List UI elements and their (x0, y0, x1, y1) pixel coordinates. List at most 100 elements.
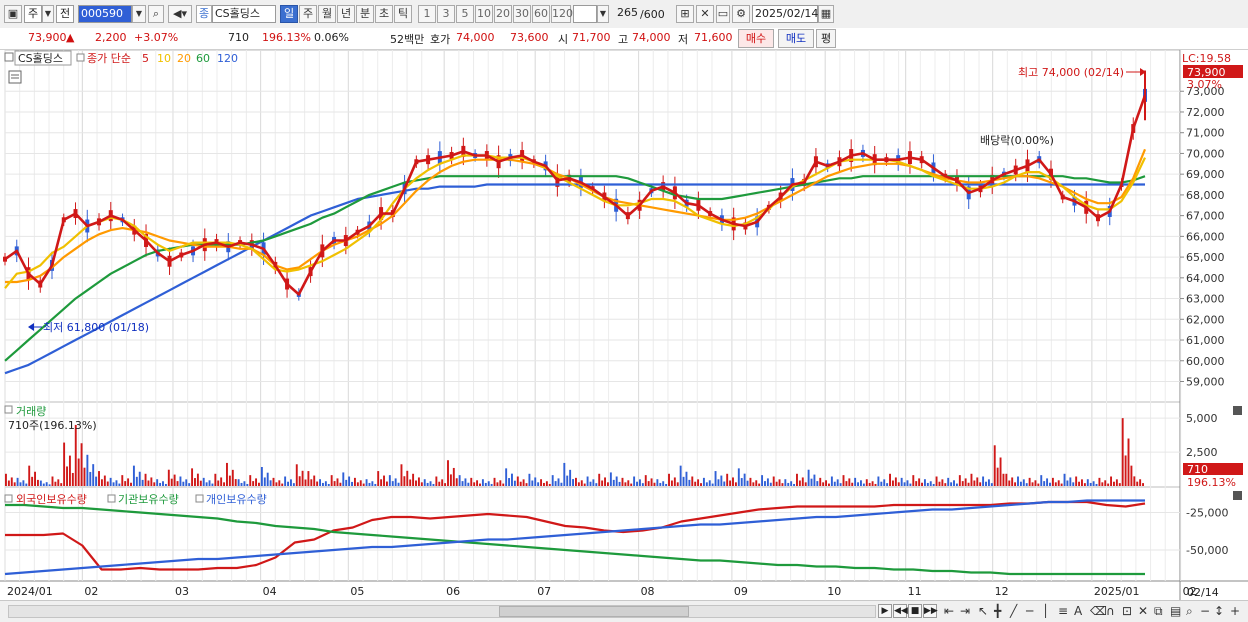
crosshair-icon[interactable]: ✕ (696, 5, 714, 23)
sell-button[interactable]: 매도 (778, 29, 814, 48)
zoom-in-icon[interactable]: + (1230, 604, 1240, 618)
gear-icon[interactable]: ⚙ (732, 5, 750, 23)
stock-code-input[interactable]: 000590 (78, 5, 132, 23)
tab-day[interactable]: 일 (280, 5, 298, 23)
window-icon[interactable]: ▣ (4, 5, 22, 23)
scroll-end-icon[interactable]: ⇥ (960, 604, 970, 618)
holdings-axis-tick-label: -25,000 (1186, 507, 1228, 520)
tab-year[interactable]: 년 (337, 5, 355, 23)
stock-badge: 종 (196, 5, 212, 23)
window-icon[interactable]: ▭ (716, 5, 730, 23)
volume-bar (1121, 418, 1124, 486)
chevron-down-icon[interactable]: ▼ (42, 5, 54, 23)
tab-month[interactable]: 월 (318, 5, 336, 23)
trend-line-icon[interactable]: ╱ (1010, 604, 1017, 618)
volume-bar (432, 483, 435, 486)
volume-bar (825, 480, 828, 486)
volume-bar (231, 469, 234, 486)
crosshair-icon[interactable]: ╋ (994, 604, 1001, 618)
interval-60[interactable]: 60 (532, 5, 550, 23)
stop-icon[interactable]: ■ (908, 604, 922, 618)
horizontal-line-icon[interactable]: ─ (1026, 604, 1033, 618)
open-label: 시 (558, 33, 569, 46)
prev-select[interactable]: 전 (56, 5, 74, 23)
volume-bar (269, 480, 272, 486)
chevron-down-icon[interactable]: ▼ (132, 5, 146, 23)
fibonacci-icon[interactable]: ≡ (1058, 604, 1068, 618)
volume-bar (796, 473, 798, 486)
rewind-icon[interactable]: ◀◀ (893, 604, 908, 618)
table-icon[interactable] (8, 70, 22, 84)
volume-bar (362, 483, 365, 486)
volume-bar (624, 482, 627, 486)
stock-name-field[interactable]: CS홀딩스 (212, 5, 276, 23)
buy-button[interactable]: 매수 (738, 29, 774, 48)
speaker-icon[interactable]: ◀▾ (168, 5, 192, 23)
date-input[interactable]: 2025/02/14 (752, 5, 818, 23)
stock-chart-area[interactable]: 2024/01 02 03 04 05 06 07 08 09 10 11 12 2025/01 0259… (0, 50, 1248, 600)
chart-scrollbar[interactable] (8, 605, 876, 618)
interval-20[interactable]: 20 (494, 5, 512, 23)
interval-30[interactable]: 30 (513, 5, 531, 23)
count-input[interactable]: 265 (612, 5, 640, 23)
volume-bar (89, 471, 92, 486)
volume-bar (211, 483, 214, 486)
chevron-down-icon[interactable]: ▼ (597, 5, 609, 23)
interval-5[interactable]: 5 (456, 5, 474, 23)
calendar-icon[interactable]: ▦ (818, 5, 834, 23)
interval-custom-input[interactable] (573, 5, 597, 23)
volume-bar (1057, 480, 1060, 486)
lock-icon[interactable]: ⊡ (1122, 604, 1132, 618)
tab-week[interactable]: 주 (299, 5, 317, 23)
tab-second[interactable]: 초 (375, 5, 393, 23)
fast-forward-icon[interactable]: ▶▶ (923, 604, 938, 618)
zoom-out-icon[interactable]: − (1200, 604, 1210, 618)
period-type-select[interactable]: 주 (24, 5, 42, 23)
eraser-icon[interactable]: ⌫ (1090, 604, 1107, 618)
volume-bar (316, 481, 319, 486)
volume-bar (103, 475, 106, 486)
volume-bar (321, 482, 324, 486)
volume-bar (734, 482, 737, 486)
vertical-line-icon[interactable]: │ (1042, 604, 1049, 618)
cursor-icon[interactable]: ↖ (978, 604, 988, 618)
volume-bar (513, 480, 516, 486)
price-axis-tick-label: 69,000 (1186, 168, 1225, 181)
volume-bar (417, 477, 420, 486)
volume-bar (60, 483, 63, 486)
zoom-search-icon[interactable]: ⌕ (1186, 604, 1193, 618)
tab-minute[interactable]: 분 (356, 5, 374, 23)
volume-bar (287, 481, 289, 486)
volume-bar (71, 472, 74, 486)
delete-icon[interactable]: ✕ (1138, 604, 1148, 618)
volume-bar (307, 471, 310, 486)
volume-bar (481, 479, 484, 486)
scrollbar-thumb[interactable] (499, 606, 689, 617)
save-icon[interactable]: ▤ (1170, 604, 1181, 618)
copy-icon[interactable]: ⧉ (1154, 604, 1163, 618)
play-icon[interactable]: ▶ (878, 604, 892, 618)
close-icon[interactable] (1233, 406, 1242, 415)
scroll-start-icon[interactable]: ⇤ (944, 604, 954, 618)
interval-1[interactable]: 1 (418, 5, 436, 23)
tab-tick[interactable]: 틱 (394, 5, 412, 23)
volume-bar (106, 481, 109, 486)
volume-bar (537, 482, 540, 486)
interval-120[interactable]: 120 (551, 5, 573, 23)
volume-bar (295, 464, 298, 486)
interval-3[interactable]: 3 (437, 5, 455, 23)
close-icon[interactable] (1233, 491, 1242, 500)
tools-icon[interactable]: ⊞ (676, 5, 694, 23)
zoom-reset-icon[interactable]: ↕ (1214, 604, 1224, 618)
interval-10[interactable]: 10 (475, 5, 493, 23)
legend-ma60: 60 (196, 52, 210, 65)
volume-bar (449, 474, 452, 486)
volume-bar (502, 483, 505, 486)
volume-bar (915, 481, 918, 486)
magnet-icon[interactable]: ∩ (1106, 604, 1115, 618)
volume-title: 거래량 (16, 405, 46, 418)
volume-bar (484, 482, 487, 486)
text-tool-icon[interactable]: A (1074, 604, 1082, 618)
search-icon[interactable]: ⌕ (148, 5, 164, 23)
eval-button[interactable]: 평 (816, 29, 836, 48)
